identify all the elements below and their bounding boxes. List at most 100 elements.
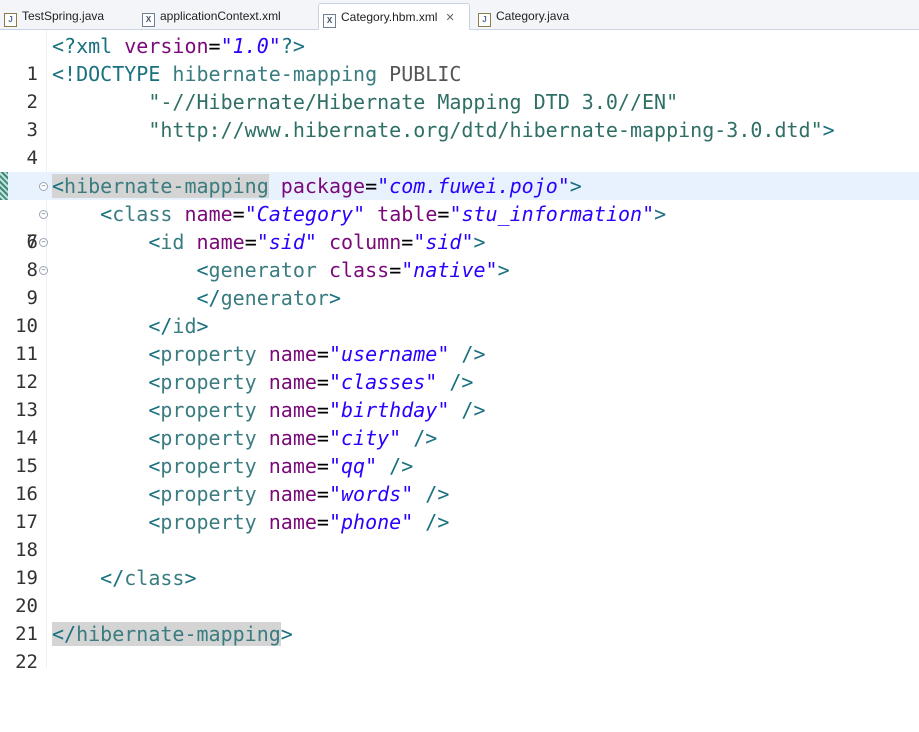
code-line[interactable]: 1 <?xml version="1.0"?> xyxy=(0,32,919,85)
tag-self-close: /> xyxy=(401,426,438,450)
attr-value: "words" xyxy=(328,482,414,506)
fold-collapse-icon[interactable]: − xyxy=(39,182,48,191)
code-line[interactable]: 20 </class> xyxy=(0,564,919,617)
code-line-current[interactable]: 6 − <hibernate-mapping package="com.fuwe… xyxy=(0,172,919,253)
code-line[interactable]: 9 − <generator class="native"> xyxy=(0,256,919,309)
tag-bracket: < xyxy=(196,258,209,282)
code-line[interactable]: 3 "-//Hibernate/Hibernate Mapping DTD 3.… xyxy=(0,88,919,141)
xml-declaration-end: ?> xyxy=(280,34,305,58)
system-id-string: "http://www.hibernate.org/dtd/hibernate-… xyxy=(148,118,823,142)
tag-bracket: > xyxy=(196,314,209,338)
attr-value: "sid" xyxy=(413,230,474,254)
close-tab-icon[interactable]: ✕ xyxy=(445,5,454,31)
attr-value: "username" xyxy=(328,342,450,366)
code-line[interactable]: 11 </id> xyxy=(0,312,919,365)
attr-value: "1.0" xyxy=(220,34,281,58)
public-id-string: "-//Hibernate/Hibernate Mapping DTD 3.0/… xyxy=(148,90,679,114)
equals-sign: = xyxy=(437,202,450,226)
code-line[interactable]: 5 xyxy=(0,144,919,197)
fold-collapse-icon[interactable]: − xyxy=(39,210,48,219)
tab-category-java[interactable]: J Category.java xyxy=(478,4,569,28)
code-line[interactable]: 22 </hibernate-mapping> xyxy=(0,620,919,673)
tag-bracket: </ xyxy=(100,566,125,590)
xml-editor[interactable]: 1 <?xml version="1.0"?> 2 <!DOCTYPE hibe… xyxy=(0,30,919,673)
code-line[interactable]: 18 <property name="phone" /> xyxy=(0,508,919,561)
tag-bracket: > xyxy=(569,174,582,198)
attr-value: "Category" xyxy=(244,202,366,226)
doctype-end: > xyxy=(822,118,835,142)
code-line[interactable]: 17 <property name="words" /> xyxy=(0,480,919,533)
equals-sign: = xyxy=(401,230,414,254)
tab-label: Category.java xyxy=(496,9,570,23)
attr-value: "com.fuwei.pojo" xyxy=(377,174,570,198)
tag-self-close: /> xyxy=(437,370,474,394)
tag-bracket: > xyxy=(654,202,667,226)
code-line[interactable]: 7 − <class name="Category" table="stu_in… xyxy=(0,200,919,253)
code-line[interactable]: 16 <property name="qq" /> xyxy=(0,452,919,505)
code-line[interactable]: 19 xyxy=(0,536,919,589)
tab-label: TestSpring.java xyxy=(22,9,105,23)
tag-bracket: < xyxy=(148,482,161,506)
fold-collapse-icon[interactable]: − xyxy=(39,238,48,247)
doctype-keyword: <!DOCTYPE xyxy=(52,62,173,86)
tab-testspring-java[interactable]: J TestSpring.java xyxy=(4,4,104,28)
tag-name: class xyxy=(112,202,173,226)
tag-name: property xyxy=(160,370,257,394)
equals-sign: = xyxy=(316,510,329,534)
public-keyword: PUBLIC xyxy=(389,62,462,86)
attr-value: "classes" xyxy=(328,370,438,394)
tag-name: property xyxy=(160,342,257,366)
tab-label: applicationContext.xml xyxy=(160,9,281,23)
code-line[interactable]: 10 </generator> xyxy=(0,284,919,337)
attr-name: class xyxy=(328,258,390,282)
equals-sign: = xyxy=(316,342,329,366)
tag-name: generator xyxy=(208,258,317,282)
editor-tab-bar: J TestSpring.java XapplicationContext.xml… xyxy=(0,0,919,30)
code-line[interactable]: 14 <property name="birthday" /> xyxy=(0,396,919,449)
equals-sign: = xyxy=(389,258,402,282)
equals-sign: = xyxy=(316,482,329,506)
tab-category-hbm-xml[interactable]: X Category.hbm.xml ✕ xyxy=(318,3,470,30)
tag-name: property xyxy=(160,426,257,450)
tag-name: class xyxy=(124,566,185,590)
tag-name: id xyxy=(172,314,197,338)
attr-name: name xyxy=(268,398,317,422)
code-line[interactable]: 8 − <id name="sid" column="sid"> xyxy=(0,228,919,281)
code-line[interactable]: 12 <property name="username" /> xyxy=(0,340,919,393)
attr-value: "native" xyxy=(401,258,498,282)
fold-collapse-icon[interactable]: − xyxy=(39,266,48,275)
tag-name: id xyxy=(160,230,185,254)
java-file-icon: J xyxy=(478,13,491,27)
tag-bracket: > xyxy=(280,622,293,646)
tag-bracket: > xyxy=(473,230,486,254)
code-line[interactable]: 2 <!DOCTYPE hibernate-mapping PUBLIC xyxy=(0,60,919,113)
equals-sign: = xyxy=(316,398,329,422)
code-line[interactable]: 13 <property name="classes" /> xyxy=(0,368,919,421)
code-line[interactable]: 4 "http://www.hibernate.org/dtd/hibernat… xyxy=(0,116,919,169)
tag-bracket: < xyxy=(52,174,65,198)
code-line[interactable]: 15 <property name="city" /> xyxy=(0,424,919,477)
attr-name: name xyxy=(196,230,245,254)
tag-bracket: < xyxy=(148,510,161,534)
equals-sign: = xyxy=(208,34,221,58)
tab-applicationcontext-xml[interactable]: XapplicationContext.xml xyxy=(142,4,281,28)
attr-value: "qq" xyxy=(328,454,378,478)
equals-sign: = xyxy=(244,230,257,254)
code-line[interactable]: 21 xyxy=(0,592,919,645)
tag-bracket: < xyxy=(148,426,161,450)
tag-bracket: </ xyxy=(52,622,77,646)
tag-self-close: /> xyxy=(377,454,414,478)
doctype-name: hibernate-mapping xyxy=(172,62,390,86)
attr-name: package xyxy=(280,174,366,198)
